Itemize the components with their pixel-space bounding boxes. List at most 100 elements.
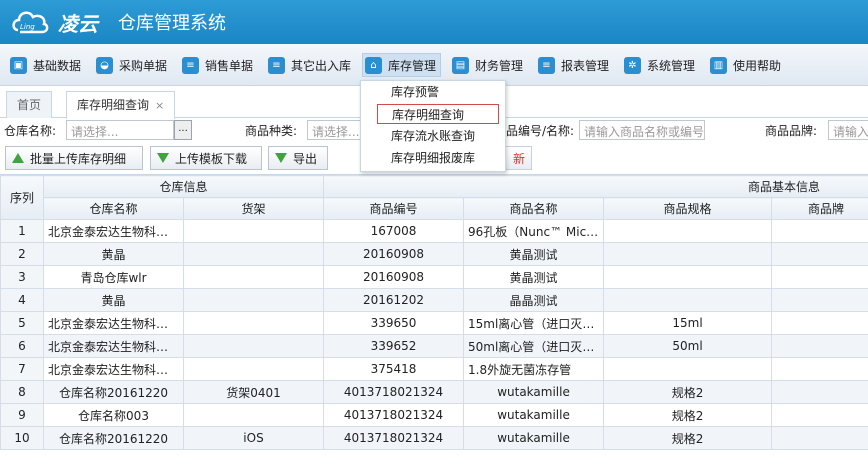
inventory-grid: 序列 仓库信息 商品基本信息 仓库名称 货架 商品编号 商品名称 商品规格 商品… <box>0 174 868 468</box>
table-cell <box>182 242 325 266</box>
table-cell: 仓库名称003 <box>43 403 184 427</box>
table-cell: iOS <box>182 426 325 450</box>
table-row[interactable]: 4 黄晶 20161202 晶晶测试 <box>0 288 868 312</box>
table-cell <box>603 265 773 289</box>
table-cell <box>182 265 325 289</box>
menu-item-inventory[interactable]: ⌂ 库存管理 <box>362 53 442 77</box>
table-row[interactable]: 7 北京金泰宏达生物科技... 375418 1.8外旋无菌冻存管 <box>0 357 868 381</box>
column-header-rownum: 序列 <box>0 175 44 220</box>
table-cell: 96孔板（Nunc™ Micro... <box>463 219 605 243</box>
table-cell <box>771 380 868 404</box>
menu-item-label: 系统管理 <box>647 58 696 73</box>
column-header[interactable]: 商品规格 <box>603 197 773 220</box>
column-header[interactable]: 商品牌 <box>771 197 868 220</box>
row-number-cell: 3 <box>0 265 44 289</box>
table-cell: 167008 <box>323 219 465 243</box>
report-icon: ≡ <box>538 56 555 74</box>
menu-item-label: 财务管理 <box>475 58 524 73</box>
app-title: 仓库管理系统 <box>118 13 226 34</box>
table-cell <box>603 242 773 266</box>
table-cell: 黄晶 <box>43 242 184 266</box>
export-button[interactable]: 导出 <box>268 146 328 170</box>
table-cell: 北京金泰宏达生物科技... <box>43 219 184 243</box>
table-cell: 货架0401 <box>182 380 325 404</box>
code-label: 品编号/名称: <box>506 124 575 138</box>
table-row[interactable]: 10 仓库名称20161220 iOS 4013718021324 wutakamill… <box>0 426 868 450</box>
table-cell: 北京金泰宏达生物科技... <box>43 311 184 335</box>
batch-upload-button[interactable]: 批量上传库存明细 <box>5 146 143 170</box>
table-row[interactable]: 1 北京金泰宏达生物科技... 167008 96孔板（Nunc™ Micro... <box>0 219 868 243</box>
table-cell: 规格2 <box>603 403 773 427</box>
menu-item-finance[interactable]: ▤ 财务管理 <box>450 53 527 77</box>
column-header[interactable]: 商品名称 <box>463 197 605 220</box>
column-header[interactable]: 仓库名称 <box>43 197 184 220</box>
row-number-cell: 5 <box>0 311 44 335</box>
book-icon: ▥ <box>710 56 727 74</box>
column-header[interactable]: 货架 <box>182 197 325 220</box>
menu-item-sales[interactable]: ≡ 销售单据 <box>180 53 257 77</box>
table-row[interactable]: 3 青岛仓库wlr 20160908 黄晶测试 <box>0 265 868 289</box>
table-cell: 黄晶测试 <box>463 242 605 266</box>
table-cell: 50ml <box>603 334 773 358</box>
menu-item-other-io[interactable]: ≡ 其它出入库 <box>266 53 355 77</box>
dropdown-item-stock-alert[interactable]: 库存预警 <box>377 82 453 102</box>
table-cell <box>771 357 868 381</box>
table-cell <box>771 242 868 266</box>
cloud-logo-icon: Ling <box>12 11 49 34</box>
button-label: 新 <box>512 151 525 166</box>
app-header: Ling 凌云 仓库管理系统 <box>0 0 868 44</box>
table-row[interactable]: 2 黄晶 20160908 黄晶测试 <box>0 242 868 266</box>
table-cell: 339652 <box>323 334 465 358</box>
table-cell: 规格2 <box>603 380 773 404</box>
dropdown-item-stock-ledger[interactable]: 库存流水账查询 <box>377 126 489 146</box>
table-row[interactable]: 6 北京金泰宏达生物科技... 339652 50ml离心管（进口灭菌... 50ml <box>0 334 868 358</box>
dropdown-item-stock-detail[interactable]: 库存明细查询 <box>377 104 499 124</box>
table-cell <box>603 288 773 312</box>
tab-home[interactable]: 首页 <box>6 91 53 118</box>
code-input[interactable]: 请输入商品名称或编号 <box>579 120 705 140</box>
brand-name: 凌云 <box>58 12 98 36</box>
template-download-button[interactable]: 上传模板下载 <box>150 146 262 170</box>
download-arrow-icon <box>275 153 287 163</box>
column-header[interactable]: 商品编号 <box>323 197 465 220</box>
table-cell <box>771 426 868 450</box>
table-row[interactable]: 8 仓库名称20161220 货架0401 4013718021324 wutakami… <box>0 380 868 404</box>
menu-item-reports[interactable]: ≡ 报表管理 <box>536 53 613 77</box>
table-cell: 黄晶测试 <box>463 265 605 289</box>
dropdown-item-stock-scrap[interactable]: 库存明细报废库 <box>377 148 489 168</box>
table-cell <box>182 219 325 243</box>
menu-item-system[interactable]: ✲ 系统管理 <box>622 53 699 77</box>
wallet-icon: ▤ <box>452 56 469 74</box>
table-cell: 20160908 <box>323 242 465 266</box>
table-cell <box>182 334 325 358</box>
brand-input[interactable]: 请输入 <box>828 120 868 140</box>
menu-item-help[interactable]: ▥ 使用帮助 <box>708 53 785 77</box>
menu-item-basic-data[interactable]: ▣ 基础数据 <box>8 53 85 77</box>
warehouse-picker-button[interactable]: ... <box>174 120 192 140</box>
warehouse-select[interactable]: 请选择... <box>66 120 174 140</box>
table-cell: 仓库名称20161220 <box>43 426 184 450</box>
table-cell <box>771 334 868 358</box>
menu-item-purchase[interactable]: ◒ 采购单据 <box>94 53 171 77</box>
table-cell <box>771 288 868 312</box>
table-cell: 4013718021324 <box>323 403 465 427</box>
tab-inventory-detail[interactable]: 库存明细查询 × <box>66 91 176 119</box>
inventory-dropdown-menu: 库存预警 库存明细查询 库存流水账查询 库存明细报废库 <box>360 80 506 172</box>
table-cell: 4013718021324 <box>323 380 465 404</box>
row-number-cell: 4 <box>0 288 44 312</box>
row-number-cell: 6 <box>0 334 44 358</box>
upload-arrow-icon <box>12 153 24 163</box>
category-select[interactable]: 请选择... <box>307 120 361 140</box>
menu-item-label: 使用帮助 <box>733 58 782 73</box>
table-cell <box>182 288 325 312</box>
table-row[interactable]: 5 北京金泰宏达生物科技... 339650 15ml离心管（进口灭菌... 15ml <box>0 311 868 335</box>
menu-item-label: 采购单据 <box>119 58 168 73</box>
close-icon[interactable]: × <box>155 99 164 112</box>
table-cell: wutakamille <box>463 426 605 450</box>
table-cell <box>182 311 325 335</box>
row-number-cell: 10 <box>0 426 44 450</box>
table-row[interactable]: 9 仓库名称003 4013718021324 wutakamille 规格2 <box>0 403 868 427</box>
table-cell: 晶晶测试 <box>463 288 605 312</box>
logo-text: Ling <box>20 23 35 31</box>
menu-item-label: 基础数据 <box>33 58 82 73</box>
